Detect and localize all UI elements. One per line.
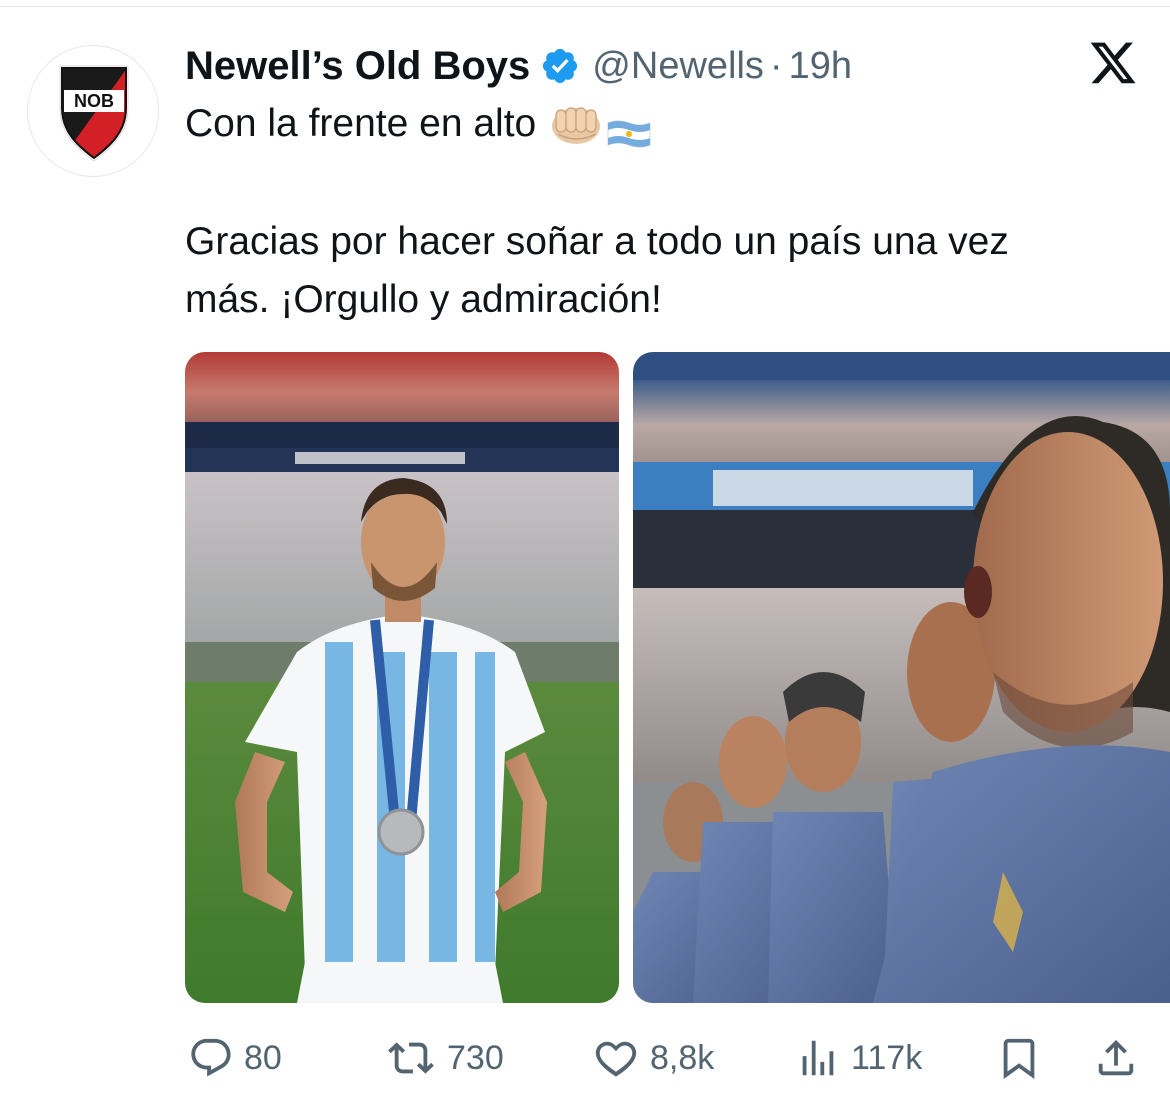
top-divider [0, 6, 1170, 7]
views-icon [802, 1040, 834, 1076]
bookmark-icon [1003, 1038, 1035, 1079]
heart-icon [595, 1041, 637, 1077]
views-button[interactable]: 117k [795, 1030, 922, 1086]
repost-icon [388, 1042, 434, 1074]
avatar[interactable]: NOB [27, 45, 159, 177]
repost-button[interactable]: 730 [385, 1030, 504, 1086]
tweet-photo-2[interactable] [633, 352, 1170, 1003]
photo-player-with-medal [185, 352, 619, 1003]
tweet-text-line-2: Gracias por hacer soñar a todo un país u… [185, 220, 1009, 263]
x-logo-icon [1088, 40, 1138, 88]
argentina-flag-emoji-icon [606, 109, 652, 148]
reply-button[interactable]: 80 [188, 1030, 282, 1086]
reply-icon [191, 1038, 231, 1077]
avatar-text: NOB [74, 91, 114, 111]
nob-crest-icon: NOB [59, 65, 129, 162]
views-count: 117k [851, 1038, 923, 1077]
action-bar: 80 730 8,8k 117k [0, 1030, 1170, 1086]
handle[interactable]: @Newells [592, 45, 764, 88]
photo-staff-singing-anthem [633, 352, 1170, 1003]
tweet-text-line-1: Con la frente en alto [185, 96, 652, 152]
share-icon [1098, 1039, 1134, 1076]
repost-count: 730 [447, 1038, 504, 1077]
timestamp[interactable]: 19h [789, 45, 852, 88]
separator-dot: · [769, 44, 783, 87]
verified-badge-icon [540, 46, 580, 86]
display-name[interactable]: Newell’s Old Boys [185, 44, 530, 89]
tweet-photo-1[interactable] [185, 352, 619, 1003]
bookmark-button[interactable] [996, 1030, 1042, 1086]
share-button[interactable] [1093, 1030, 1139, 1086]
like-count: 8,8k [650, 1038, 715, 1077]
like-button[interactable]: 8,8k [592, 1030, 714, 1086]
fist-emoji-icon [550, 102, 602, 146]
tweet-header: Newell’s Old Boys @Newells · 19h [185, 40, 852, 92]
tweet-text-line-3: más. ¡Orgullo y admiración! [185, 278, 662, 321]
reply-count: 80 [244, 1038, 282, 1077]
tweet-text: Con la frente en alto [185, 102, 537, 145]
